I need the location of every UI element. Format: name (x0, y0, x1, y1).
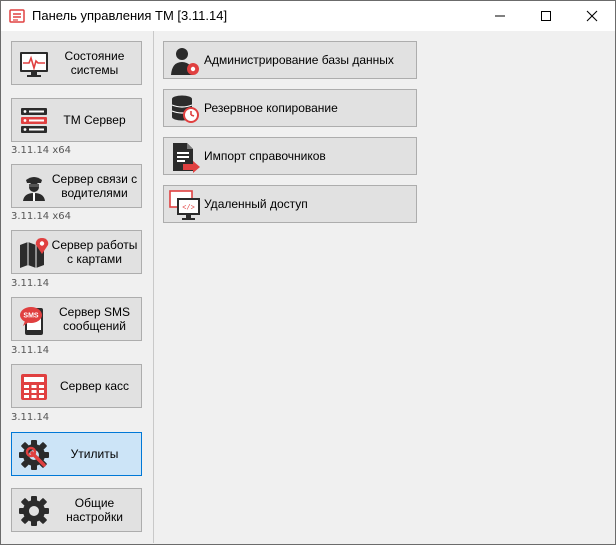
sidebar-item-label: Сервер SMS сообщений (59, 305, 130, 333)
sidebar-item-label: Сервер связи с водителями (51, 172, 138, 200)
version-label: 3.11.14 x64 (11, 145, 71, 156)
sidebar-item-utilities[interactable]: Утилиты (11, 432, 142, 476)
close-icon (586, 10, 598, 22)
sidebar-item-label: Сервер касс (59, 379, 130, 393)
gear-icon (19, 496, 49, 526)
sidebar-item-label: Общие настройки (66, 496, 123, 524)
remote-access-button[interactable]: </> Удаленный доступ (163, 185, 417, 223)
monitor-pulse-icon (20, 52, 48, 77)
sidebar-item-map-server[interactable]: Сервер работы с картами (11, 230, 142, 274)
utilities-panel: Администрирование базы данных Резервное … (154, 31, 614, 543)
sidebar-item-sms-server[interactable]: SMS Сервер SMS сообщений (11, 297, 142, 341)
sms-icon: SMS (20, 307, 43, 335)
map-pin-icon (20, 238, 49, 268)
sidebar-item-label: ТМ Сервер (63, 113, 126, 127)
database-backup-icon (171, 95, 199, 123)
window-title: Панель управления ТМ [3.11.14] (32, 8, 228, 23)
backup-button[interactable]: Резервное копирование (163, 89, 417, 127)
svg-text:SMS: SMS (23, 313, 39, 320)
maximize-button[interactable] (523, 1, 569, 31)
cash-register-icon (21, 374, 47, 400)
tools-gear-icon (19, 440, 49, 470)
remote-access-label: Удаленный доступ (204, 197, 308, 211)
app-window: Панель управления ТМ [3.11.14] Состояние… (0, 0, 616, 545)
version-label: 3.11.14 (11, 412, 50, 423)
maximize-icon (541, 11, 551, 21)
sidebar-item-label: Сервер работы с картами (51, 238, 138, 266)
remote-access-icon: </> (169, 190, 200, 220)
driver-icon (23, 177, 45, 201)
app-logo-icon (9, 9, 25, 23)
backup-label: Резервное копирование (204, 101, 338, 115)
minimize-icon (495, 15, 505, 17)
db-admin-label: Администрирование базы данных (204, 53, 394, 67)
svg-text:</>: </> (182, 205, 195, 213)
sidebar-item-driver-server[interactable]: Сервер связи с водителями (11, 164, 142, 208)
sidebar-item-label: Состояние системы (64, 49, 125, 77)
title-bar[interactable]: Панель управления ТМ [3.11.14] (1, 1, 615, 31)
sidebar-item-system-status[interactable]: Состояние системы (11, 41, 142, 85)
import-label: Импорт справочников (204, 149, 326, 163)
sidebar-item-tm-server[interactable]: ТМ Сервер (11, 98, 142, 142)
user-admin-icon (171, 48, 199, 75)
server-icon (21, 108, 47, 133)
minimize-button[interactable] (477, 1, 523, 31)
close-button[interactable] (569, 1, 615, 31)
sidebar-item-cash-server[interactable]: Сервер касс (11, 364, 142, 408)
sidebar-item-general-settings[interactable]: Общие настройки (11, 488, 142, 532)
version-label: 3.11.14 x64 (11, 211, 71, 222)
version-label: 3.11.14 (11, 345, 50, 356)
import-directories-button[interactable]: Импорт справочников (163, 137, 417, 175)
document-import-icon (173, 143, 200, 173)
version-label: 3.11.14 (11, 278, 50, 289)
db-admin-button[interactable]: Администрирование базы данных (163, 41, 417, 79)
sidebar-item-label: Утилиты (70, 447, 119, 461)
sidebar: Состояние системы ТМ Сервер 3.11.14 x64 (2, 31, 152, 543)
